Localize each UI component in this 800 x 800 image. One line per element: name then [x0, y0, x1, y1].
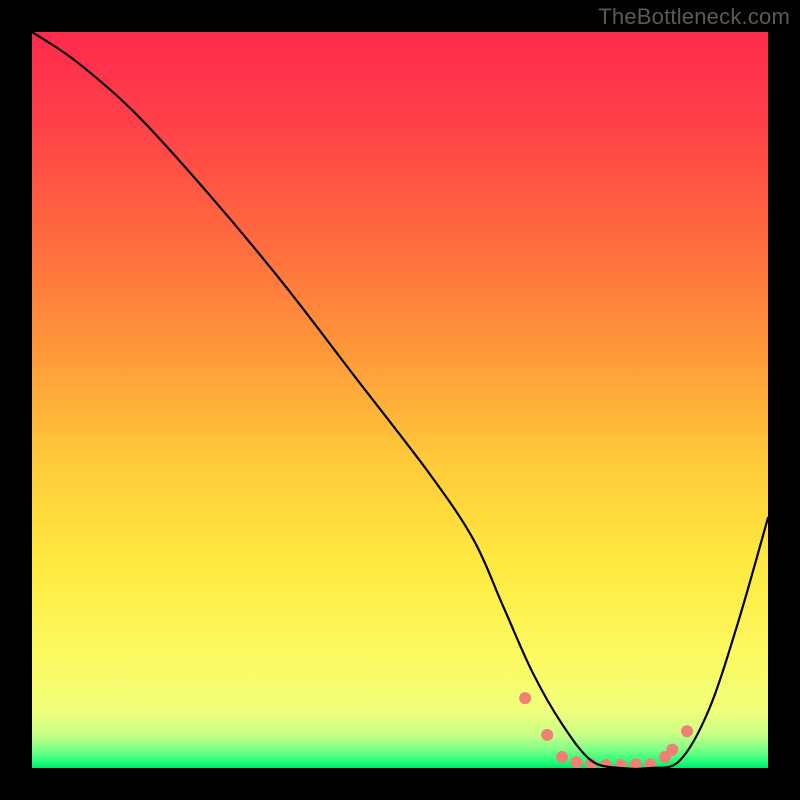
- chart-frame: TheBottleneck.com: [0, 0, 800, 800]
- watermark-text: TheBottleneck.com: [598, 4, 790, 30]
- optimal-dot: [541, 729, 553, 741]
- plot-area: [32, 32, 768, 768]
- optimal-dot: [666, 744, 678, 756]
- gradient-bg: [32, 32, 768, 768]
- optimal-dot: [519, 692, 531, 704]
- optimal-dot: [681, 725, 693, 737]
- chart-svg: [32, 32, 768, 768]
- optimal-dot: [571, 756, 583, 768]
- optimal-dot: [556, 751, 568, 763]
